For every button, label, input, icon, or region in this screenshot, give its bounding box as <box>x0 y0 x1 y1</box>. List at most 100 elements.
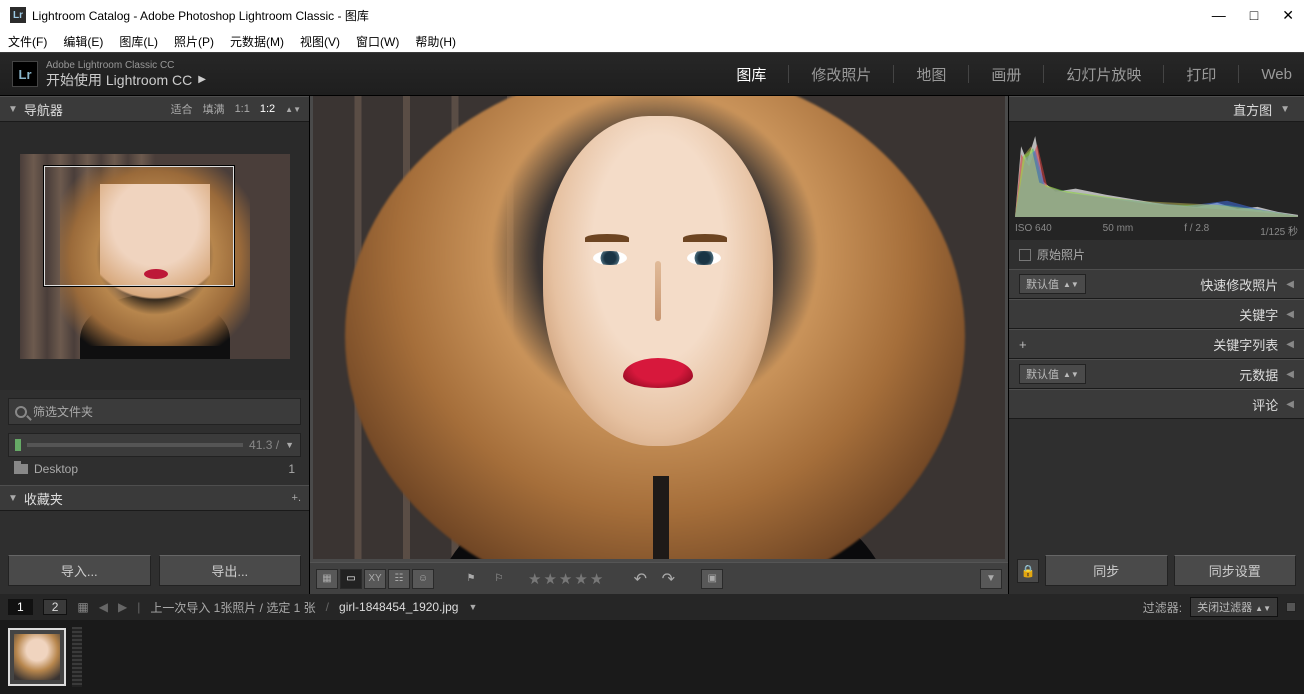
menu-photo[interactable]: 照片(P) <box>174 33 214 50</box>
filmstrip-scrollbar[interactable] <box>72 627 82 687</box>
quick-develop-panel-header[interactable]: 默认值▲▼ 快速修改照片 ◀ <box>1009 269 1304 299</box>
keyword-list-panel-header[interactable]: + 关键字列表 ◀ <box>1009 329 1304 359</box>
add-favorite-icon[interactable]: +. <box>292 492 301 504</box>
keywords-title: 关键字 <box>1239 305 1278 324</box>
navigator-thumbnail <box>20 154 290 359</box>
loupe-view-button[interactable]: ▭ <box>340 569 362 589</box>
metadata-preset-select[interactable]: 默认值▲▼ <box>1019 364 1086 384</box>
breadcrumb-menu-icon[interactable]: ▼ <box>468 602 477 612</box>
menu-help[interactable]: 帮助(H) <box>415 33 456 50</box>
star-icon[interactable]: ★ <box>559 570 572 588</box>
menu-metadata[interactable]: 元数据(M) <box>230 33 284 50</box>
favorites-panel-header[interactable]: ▼ 收藏夹 +. <box>0 485 309 511</box>
crop-frame-icon[interactable]: ▣ <box>701 569 723 589</box>
screen-2-button[interactable]: 2 <box>43 599 68 615</box>
rotate-cw-icon[interactable]: ↷ <box>657 569 679 589</box>
histogram-title: 直方图 <box>1233 100 1272 119</box>
center-panel: ▦ ▭ XY ☷ ☺ ⚑ ⚐ ★ ★ ★ ★ ★ ↶ ↷ <box>310 96 1008 594</box>
menu-edit[interactable]: 编辑(E) <box>63 33 103 50</box>
product-name: Adobe Lightroom Classic CC <box>46 60 206 72</box>
window-maximize-button[interactable]: □ <box>1250 7 1258 24</box>
module-book[interactable]: 画册 <box>991 64 1021 85</box>
compare-view-button[interactable]: XY <box>364 569 386 589</box>
flag-reject-icon[interactable]: ⚐ <box>488 569 510 589</box>
navigator-panel-header[interactable]: ▼ 导航器 适合 填满 1:1 1:2 ▲▼ <box>0 96 309 122</box>
module-picker: 图库 修改照片 地图 画册 幻灯片放映 打印 Web <box>736 64 1292 85</box>
filmstrip-thumb[interactable] <box>8 628 66 686</box>
zoom-fill[interactable]: 填满 <box>203 101 225 117</box>
zoom-fit[interactable]: 适合 <box>171 101 193 117</box>
filter-select[interactable]: 关闭过滤器 ▲▼ <box>1190 597 1278 617</box>
rotate-ccw-icon[interactable]: ↶ <box>629 569 651 589</box>
quick-dev-preset-select[interactable]: 默认值▲▼ <box>1019 274 1086 294</box>
go-forward-icon[interactable]: ▶ <box>118 600 127 614</box>
sync-button[interactable]: 同步 <box>1045 555 1168 586</box>
filter-lock-icon[interactable] <box>1286 602 1296 612</box>
breadcrumb[interactable]: 上一次导入 1张照片 / 选定 1 张 <box>150 599 315 616</box>
star-icon[interactable]: ★ <box>590 570 603 588</box>
left-panel: ▼ 导航器 适合 填满 1:1 1:2 ▲▼ 筛选文件夹 <box>0 96 310 594</box>
people-view-button[interactable]: ☺ <box>412 569 434 589</box>
star-icon[interactable]: ★ <box>528 570 541 588</box>
module-develop[interactable]: 修改照片 <box>811 64 871 85</box>
flag-pick-icon[interactable]: ⚑ <box>460 569 482 589</box>
drive-status-icon <box>15 439 21 451</box>
window-title: Lightroom Catalog - Adobe Photoshop Ligh… <box>32 7 369 24</box>
app-logo-icon: Lr <box>10 7 26 23</box>
navigator-viewport-frame[interactable] <box>44 166 234 286</box>
module-library[interactable]: 图库 <box>736 64 766 85</box>
star-icon[interactable]: ★ <box>574 570 587 588</box>
navigator-preview[interactable] <box>0 122 309 390</box>
metadata-title: 元数据 <box>1239 365 1278 384</box>
sync-settings-button[interactable]: 同步设置 <box>1174 555 1297 586</box>
menu-view[interactable]: 视图(V) <box>300 33 340 50</box>
folder-row-desktop[interactable]: Desktop 1 <box>8 459 301 479</box>
chevron-left-icon: ◀ <box>1286 399 1294 410</box>
zoom-custom[interactable]: 1:2 <box>260 103 275 115</box>
rating-stars[interactable]: ★ ★ ★ ★ ★ <box>528 570 603 588</box>
menu-library[interactable]: 图库(L) <box>119 33 158 50</box>
window-titlebar: Lr Lightroom Catalog - Adobe Photoshop L… <box>0 0 1304 30</box>
original-photo-checkbox[interactable]: 原始照片 <box>1009 240 1304 269</box>
menu-window[interactable]: 窗口(W) <box>356 33 399 50</box>
module-slideshow[interactable]: 幻灯片放映 <box>1066 64 1141 85</box>
module-map[interactable]: 地图 <box>916 64 946 85</box>
hist-focal: 50 mm <box>1103 223 1134 238</box>
search-icon <box>15 406 27 418</box>
grid-toggle-icon[interactable]: ▦ <box>77 600 88 614</box>
right-panel: 直方图 ▼ ISO 640 50 mm f / 2.8 1/125 秒 <box>1008 96 1304 594</box>
keywords-panel-header[interactable]: 关键字 ◀ <box>1009 299 1304 329</box>
survey-view-button[interactable]: ☷ <box>388 569 410 589</box>
module-print[interactable]: 打印 <box>1186 64 1216 85</box>
current-filename[interactable]: girl-1848454_1920.jpg <box>339 600 458 614</box>
screen-1-button[interactable]: 1 <box>8 599 33 615</box>
histogram[interactable]: ISO 640 50 mm f / 2.8 1/125 秒 <box>1009 122 1304 240</box>
grid-view-button[interactable]: ▦ <box>316 569 338 589</box>
menu-file[interactable]: 文件(F) <box>8 33 47 50</box>
module-web[interactable]: Web <box>1261 66 1292 83</box>
getting-started-link[interactable]: 开始使用 Lightroom CC ▶ <box>46 72 206 89</box>
window-minimize-button[interactable]: — <box>1212 7 1226 24</box>
import-button[interactable]: 导入... <box>8 555 151 586</box>
go-back-icon[interactable]: ◀ <box>99 600 108 614</box>
folder-count: 1 <box>288 462 295 476</box>
star-icon[interactable]: ★ <box>543 570 556 588</box>
drive-row[interactable]: 41.3 / ▼ <box>8 433 301 457</box>
hist-shutter: 1/125 秒 <box>1260 223 1298 238</box>
toolbar-menu-button[interactable]: ▼ <box>980 569 1002 589</box>
folder-filter-input[interactable]: 筛选文件夹 <box>8 398 301 425</box>
window-close-button[interactable]: ✕ <box>1282 7 1294 24</box>
chevron-down-icon[interactable]: ▼ <box>285 440 294 450</box>
chevron-left-icon: ◀ <box>1286 339 1294 350</box>
comments-panel-header[interactable]: 评论 ◀ <box>1009 389 1304 419</box>
lightroom-logo-icon: Lr <box>12 61 38 87</box>
export-button[interactable]: 导出... <box>159 555 302 586</box>
loupe-view[interactable] <box>313 96 1005 559</box>
plus-icon[interactable]: + <box>1019 337 1027 352</box>
histogram-panel-header[interactable]: 直方图 ▼ <box>1009 96 1304 122</box>
zoom-stepper-icon[interactable]: ▲▼ <box>285 105 301 114</box>
zoom-1to1[interactable]: 1:1 <box>235 103 250 115</box>
filmstrip[interactable] <box>0 620 1304 694</box>
metadata-panel-header[interactable]: 默认值▲▼ 元数据 ◀ <box>1009 359 1304 389</box>
sync-lock-button[interactable]: 🔒 <box>1017 559 1039 583</box>
